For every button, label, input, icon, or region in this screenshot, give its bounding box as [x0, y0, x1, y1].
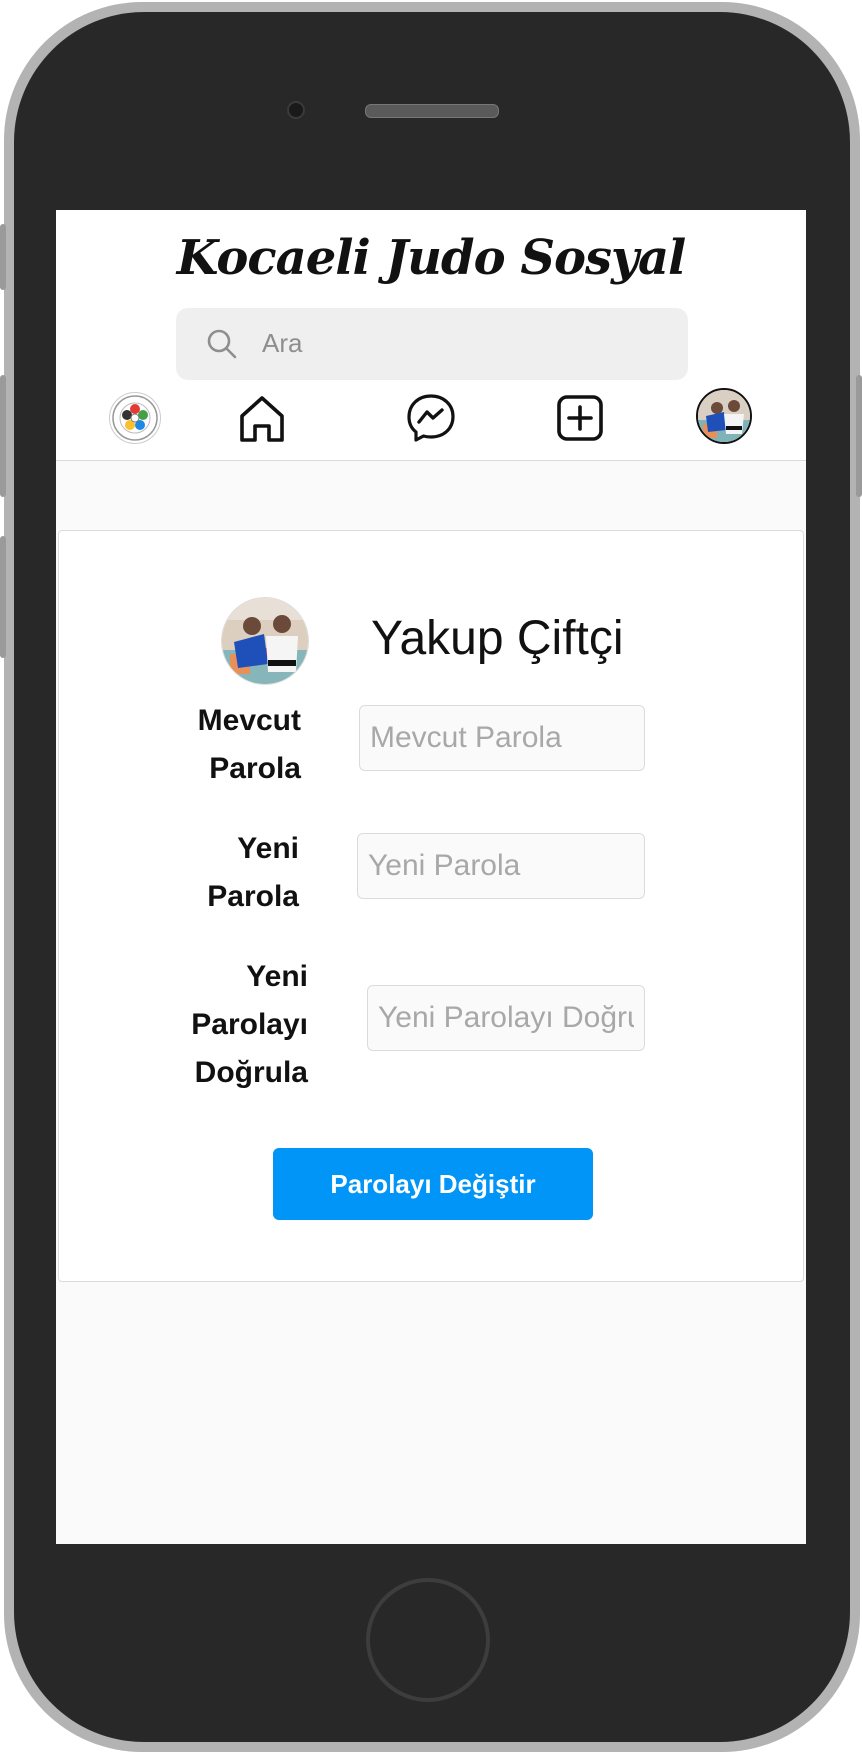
profile-avatar[interactable]: [696, 388, 752, 444]
phone-volume-down: [0, 536, 6, 658]
confirm-password-label-line1: Yeni: [246, 960, 308, 993]
phone-camera: [287, 101, 305, 119]
current-password-label: Mevcut Parola: [151, 697, 301, 793]
profile-username: Yakup Çiftçi: [371, 612, 624, 665]
new-password-input[interactable]: [357, 833, 645, 899]
search-icon: [207, 329, 237, 359]
avatar-photo-large: [222, 598, 308, 684]
top-navbar: Kocaeli Judo Sosyal Ara: [56, 210, 806, 461]
add-post-icon[interactable]: [552, 390, 608, 446]
change-password-button[interactable]: Parolayı Değiştir: [273, 1148, 593, 1220]
phone-volume-up: [0, 375, 6, 497]
new-password-label-line2: Parola: [207, 880, 299, 913]
search-placeholder: Ara: [262, 328, 303, 358]
change-password-card: Yakup Çiftçi Mevcut Parola Yeni Parola Y…: [58, 530, 804, 1282]
new-password-label-line1: Yeni: [237, 832, 299, 865]
confirm-password-label: Yeni Parolayı Doğrula: [151, 953, 308, 1097]
confirm-password-label-line2: Parolayı: [191, 1008, 308, 1041]
phone-speaker: [365, 104, 499, 118]
app-screen: Kocaeli Judo Sosyal Ara Yakup Çiftçi Mev…: [56, 210, 806, 1544]
current-password-label-line2: Parola: [209, 752, 301, 785]
judo-federation-logo-icon[interactable]: [109, 392, 161, 444]
current-password-label-line1: Mevcut: [197, 704, 301, 737]
phone-power-button: [856, 375, 862, 497]
confirm-password-input[interactable]: [367, 985, 645, 1051]
phone-silent-switch: [0, 224, 6, 290]
home-icon[interactable]: [234, 390, 290, 446]
profile-avatar-large: [221, 597, 309, 685]
new-password-label: Yeni Parola: [151, 825, 299, 921]
federation-emblem: [112, 395, 158, 441]
phone-home-button[interactable]: [366, 1578, 490, 1702]
search-bar[interactable]: Ara: [176, 308, 688, 380]
brand-logo[interactable]: Kocaeli Judo Sosyal: [56, 230, 806, 286]
messenger-icon[interactable]: [403, 390, 459, 446]
confirm-password-label-line3: Doğrula: [194, 1056, 308, 1089]
avatar-photo: [698, 390, 750, 442]
current-password-input[interactable]: [359, 705, 645, 771]
